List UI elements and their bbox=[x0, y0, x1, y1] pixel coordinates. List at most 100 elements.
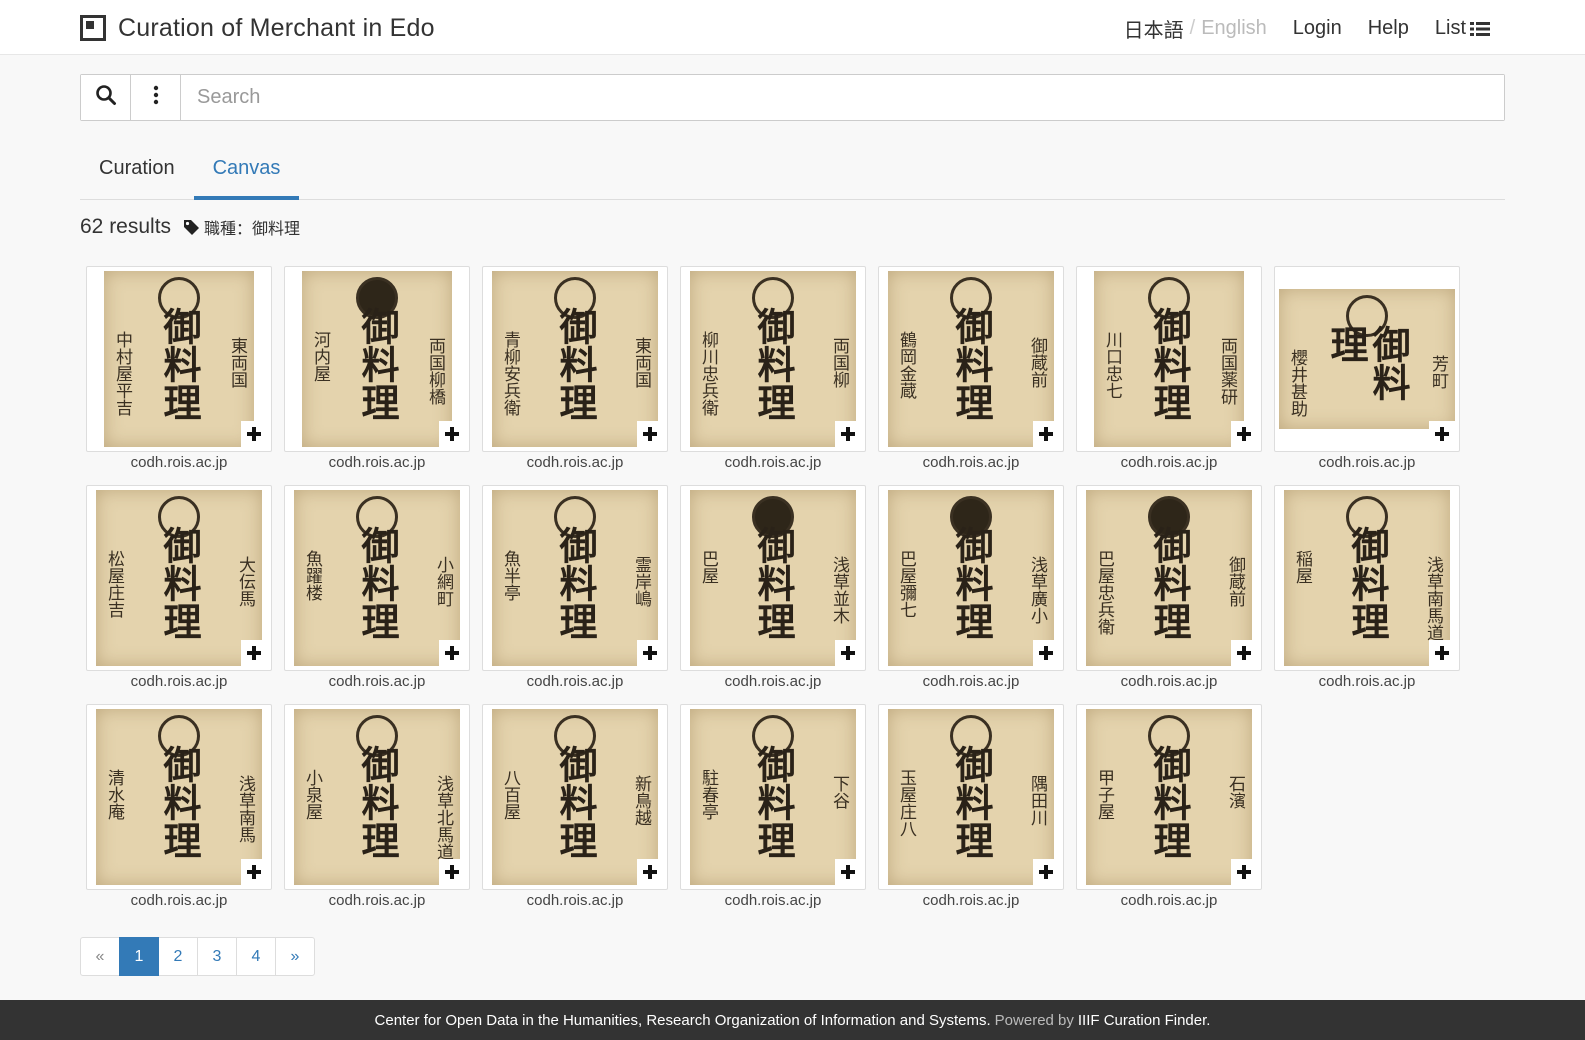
print-merchant-name: 青柳安兵衛 bbox=[500, 331, 520, 416]
pagination-page-4[interactable]: 4 bbox=[236, 937, 276, 976]
language-japanese-link[interactable]: 日本語 bbox=[1124, 14, 1184, 43]
print-main-text: 御料理 bbox=[553, 745, 598, 859]
add-to-list-button[interactable] bbox=[1429, 640, 1455, 666]
pagination-page-2[interactable]: 2 bbox=[158, 937, 198, 976]
brand[interactable]: Curation of Merchant in Edo bbox=[80, 12, 435, 44]
plus-icon bbox=[1237, 646, 1251, 660]
add-to-list-button[interactable] bbox=[637, 421, 663, 447]
add-to-list-button[interactable] bbox=[835, 421, 861, 447]
add-to-list-button[interactable] bbox=[637, 640, 663, 666]
canvas-thumbnail-card[interactable]: 御料理 玉屋庄八 隅田川 bbox=[878, 704, 1064, 890]
woodblock-print-image: 御料理 青柳安兵衛 東両国 bbox=[492, 271, 658, 447]
print-location-text: 両国薬研 bbox=[1217, 337, 1237, 405]
canvas-thumbnail-card[interactable]: 御料理 川口忠七 両国薬研 bbox=[1076, 266, 1262, 452]
search-options-button[interactable] bbox=[131, 75, 181, 120]
add-to-list-button[interactable] bbox=[241, 421, 267, 447]
add-to-list-button[interactable] bbox=[1231, 640, 1257, 666]
woodblock-print-image: 御料理 河内屋 両国柳橋 bbox=[302, 271, 452, 447]
add-to-list-button[interactable] bbox=[835, 859, 861, 885]
canvas-thumbnail-card[interactable]: 御料理 鶴岡金蔵 御蔵前 bbox=[878, 266, 1064, 452]
add-to-list-button[interactable] bbox=[1033, 859, 1059, 885]
canvas-thumbnail-card[interactable]: 御料理 中村屋平吉 東両国 bbox=[86, 266, 272, 452]
plus-icon bbox=[1435, 427, 1449, 441]
plus-icon bbox=[841, 865, 855, 879]
language-english-link[interactable]: English bbox=[1201, 17, 1267, 40]
pagination-page-1[interactable]: 1 bbox=[119, 937, 159, 976]
canvas-source-caption: codh.rois.ac.jp bbox=[922, 454, 1020, 471]
help-link[interactable]: Help bbox=[1368, 17, 1409, 40]
canvas-thumbnail-card[interactable]: 御料理 魚躍楼 小網町 bbox=[284, 485, 470, 671]
canvas-source-caption: codh.rois.ac.jp bbox=[922, 673, 1020, 690]
plus-icon bbox=[247, 427, 261, 441]
add-to-list-button[interactable] bbox=[1033, 421, 1059, 447]
canvas-thumbnail-card[interactable]: 御料理 櫻井甚助 芳町 bbox=[1274, 266, 1460, 452]
canvas-thumbnail-card[interactable]: 御料理 稲屋 浅草南馬道 bbox=[1274, 485, 1460, 671]
footer-finder-link[interactable]: IIIF Curation Finder. bbox=[1078, 1012, 1211, 1029]
pagination-prev[interactable]: « bbox=[80, 937, 120, 976]
add-to-list-button[interactable] bbox=[1231, 421, 1257, 447]
add-to-list-button[interactable] bbox=[835, 640, 861, 666]
canvas-thumbnail-card[interactable]: 御料理 巴屋忠兵衛 御蔵前 bbox=[1076, 485, 1262, 671]
add-to-list-button[interactable] bbox=[439, 859, 465, 885]
plus-icon bbox=[1039, 865, 1053, 879]
plus-icon bbox=[445, 865, 459, 879]
add-to-list-button[interactable] bbox=[241, 640, 267, 666]
add-to-list-button[interactable] bbox=[1231, 859, 1257, 885]
tab-canvas[interactable]: Canvas bbox=[193, 142, 300, 200]
print-merchant-name: 甲子屋 bbox=[1094, 769, 1114, 820]
search-input[interactable] bbox=[181, 75, 1504, 120]
woodblock-print-image: 御料理 玉屋庄八 隅田川 bbox=[888, 709, 1054, 885]
canvas-source-caption: codh.rois.ac.jp bbox=[1120, 673, 1218, 690]
canvas-source-caption: codh.rois.ac.jp bbox=[1318, 673, 1416, 690]
plus-icon bbox=[247, 646, 261, 660]
add-to-list-button[interactable] bbox=[1033, 640, 1059, 666]
canvas-thumbnail-card[interactable]: 御料理 八百屋 新鳥越 bbox=[482, 704, 668, 890]
plus-icon bbox=[247, 865, 261, 879]
canvas-thumbnail-card[interactable]: 御料理 甲子屋 石濱 bbox=[1076, 704, 1262, 890]
pagination-page-3[interactable]: 3 bbox=[197, 937, 237, 976]
print-main-text: 御料理 bbox=[949, 307, 994, 421]
app-title[interactable]: Curation of Merchant in Edo bbox=[118, 14, 435, 43]
facet-filter-tag[interactable]: 職種：御料理 bbox=[183, 215, 300, 239]
footer: Center for Open Data in the Humanities, … bbox=[0, 1000, 1585, 1040]
canvas-thumbnail-card[interactable]: 御料理 松屋庄吉 大伝馬 bbox=[86, 485, 272, 671]
canvas-thumbnail-card[interactable]: 御料理 清水庵 浅草南馬 bbox=[86, 704, 272, 890]
canvas-thumbnail-card[interactable]: 御料理 河内屋 両国柳橋 bbox=[284, 266, 470, 452]
print-location-text: 御蔵前 bbox=[1225, 556, 1245, 607]
canvas-thumbnail-card[interactable]: 御料理 駐春亭 下谷 bbox=[680, 704, 866, 890]
print-main-text: 御料理 bbox=[949, 745, 994, 859]
canvas-source-caption: codh.rois.ac.jp bbox=[526, 892, 624, 909]
print-location-text: 霊岸嶋 bbox=[631, 556, 651, 607]
woodblock-print-image: 御料理 小泉屋 浅草北馬道 bbox=[294, 709, 460, 885]
add-to-list-button[interactable] bbox=[241, 859, 267, 885]
woodblock-print-image: 御料理 柳川忠兵衛 両国柳 bbox=[690, 271, 856, 447]
plus-icon bbox=[1237, 427, 1251, 441]
footer-org-link[interactable]: Center for Open Data in the Humanities, … bbox=[375, 1012, 991, 1029]
canvas-thumbnail-card[interactable]: 御料理 巴屋 浅草並木 bbox=[680, 485, 866, 671]
list-view-link[interactable]: List bbox=[1435, 17, 1490, 40]
plus-icon bbox=[841, 646, 855, 660]
pagination-next[interactable]: » bbox=[275, 937, 315, 976]
canvas-thumbnail-card[interactable]: 御料理 小泉屋 浅草北馬道 bbox=[284, 704, 470, 890]
print-location-text: 小網町 bbox=[433, 556, 453, 607]
add-to-list-button[interactable] bbox=[1429, 421, 1455, 447]
print-location-text: 東両国 bbox=[631, 337, 651, 388]
print-main-text: 御料理 bbox=[157, 745, 202, 859]
tab-curation[interactable]: Curation bbox=[80, 142, 194, 199]
woodblock-print-image: 御料理 巴屋忠兵衛 御蔵前 bbox=[1086, 490, 1252, 666]
plus-icon bbox=[643, 865, 657, 879]
print-merchant-name: 巴屋忠兵衛 bbox=[1094, 550, 1114, 635]
add-to-list-button[interactable] bbox=[439, 640, 465, 666]
canvas-thumbnail-card[interactable]: 御料理 柳川忠兵衛 両国柳 bbox=[680, 266, 866, 452]
print-location-text: 浅草並木 bbox=[829, 556, 849, 624]
add-to-list-button[interactable] bbox=[637, 859, 663, 885]
search-button[interactable] bbox=[81, 75, 131, 120]
canvas-thumbnail-card[interactable]: 御料理 青柳安兵衛 東両国 bbox=[482, 266, 668, 452]
print-location-text: 新鳥越 bbox=[631, 775, 651, 826]
add-to-list-button[interactable] bbox=[439, 421, 465, 447]
print-merchant-name: 巴屋 bbox=[698, 550, 718, 584]
canvas-thumbnail-card[interactable]: 御料理 魚半亭 霊岸嶋 bbox=[482, 485, 668, 671]
results-count: 62 results bbox=[80, 215, 172, 238]
login-link[interactable]: Login bbox=[1293, 17, 1342, 40]
canvas-thumbnail-card[interactable]: 御料理 巴屋彌七 浅草廣小 bbox=[878, 485, 1064, 671]
